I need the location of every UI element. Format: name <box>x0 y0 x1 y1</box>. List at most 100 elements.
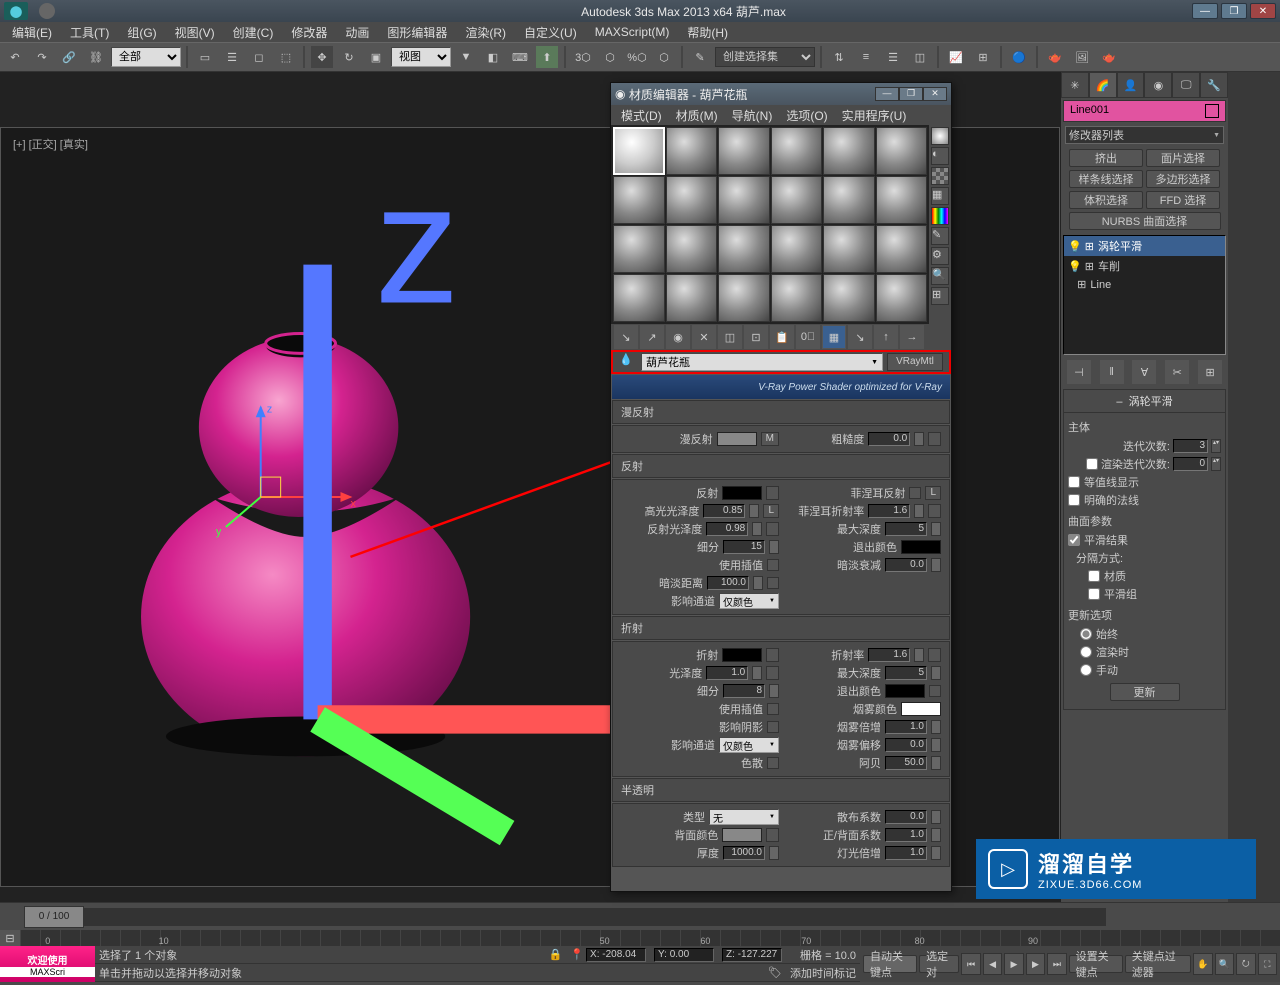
me-menu-mode[interactable]: 模式(D) <box>615 105 668 126</box>
back-color-map-button[interactable] <box>766 828 779 842</box>
reflect-rollout-head[interactable]: 反射 <box>612 454 950 478</box>
spinner-arrows[interactable] <box>931 828 941 842</box>
me-sample-slot[interactable] <box>823 225 875 273</box>
spinner-arrows[interactable] <box>914 504 924 518</box>
spinner-arrows[interactable] <box>752 666 762 680</box>
refr-affect-dropdown[interactable]: 仅颜色 <box>719 737 779 753</box>
render-setup-icon[interactable]: 🫖 <box>1043 45 1067 69</box>
add-time-tag[interactable]: 添加时间标记 <box>790 965 856 981</box>
me-sample-slot[interactable] <box>823 274 875 322</box>
autokey-button[interactable]: 自动关键点 <box>863 955 917 973</box>
object-name-field[interactable]: Line001 <box>1063 100 1226 122</box>
diffuse-map-button[interactable]: M <box>761 432 779 446</box>
refr-exit-checkbox[interactable] <box>929 685 941 697</box>
render-frame-icon[interactable]: 🖼 <box>1070 45 1094 69</box>
me-make-unique-icon[interactable]: ⊡ <box>744 325 768 349</box>
nurbs-select-button[interactable]: NURBS 曲面选择 <box>1069 212 1221 230</box>
align-icon[interactable]: ≡ <box>854 45 878 69</box>
layers-icon[interactable]: ☰ <box>881 45 905 69</box>
refr-shadow-checkbox[interactable] <box>767 721 779 733</box>
me-sample-slot[interactable] <box>613 176 665 224</box>
dim-dist-input[interactable]: 100.0 <box>707 576 749 590</box>
me-sample-slot[interactable] <box>771 225 823 273</box>
nav-zoom-icon[interactable]: 🔍 <box>1215 953 1234 975</box>
mirror-icon[interactable]: ⇅ <box>827 45 851 69</box>
me-uv-tile-icon[interactable]: ▦ <box>931 187 949 205</box>
goto-start-icon[interactable]: ⏮ <box>961 953 980 975</box>
refr-gloss-input[interactable]: 1.0 <box>706 666 748 680</box>
fresnel-lock-button[interactable]: L <box>925 486 941 500</box>
update-render-radio[interactable]: 渲染时 <box>1068 643 1221 661</box>
track-ruler[interactable]: 0 10 50 60 70 80 90 <box>20 930 1280 946</box>
menu-maxscript[interactable]: MAXScript(M) <box>587 23 678 41</box>
time-tag-icon[interactable]: 🏷 <box>768 966 782 979</box>
configure-icon[interactable]: ⊞ <box>1198 360 1222 384</box>
me-go-parent-icon[interactable]: ↑ <box>874 325 898 349</box>
me-select-icon[interactable]: 🔍 <box>931 267 949 285</box>
spinner-arrows[interactable] <box>931 720 941 734</box>
snap3-icon[interactable]: 3⬡ <box>571 45 595 69</box>
make-unique-icon[interactable]: ∀ <box>1132 360 1156 384</box>
me-sample-slot[interactable] <box>771 176 823 224</box>
me-sample-slot[interactable] <box>666 274 718 322</box>
scale-icon[interactable]: ▣ <box>364 45 388 69</box>
trans-type-dropdown[interactable]: 无 <box>709 809 779 825</box>
link-icon[interactable]: 🔗 <box>57 45 81 69</box>
me-options-icon[interactable]: ⚙ <box>931 247 949 265</box>
unlink-icon[interactable]: ⛓ <box>84 45 108 69</box>
me-sample-slot[interactable] <box>666 225 718 273</box>
spinner-arrows[interactable] <box>931 810 941 824</box>
nav-pan-icon[interactable]: ✋ <box>1193 953 1212 975</box>
spinner-arrows[interactable] <box>749 504 759 518</box>
close-button[interactable]: ✕ <box>1250 3 1276 19</box>
refl-gloss-input[interactable]: 0.98 <box>706 522 748 536</box>
me-sample-slot[interactable] <box>666 127 718 175</box>
angle-snap-icon[interactable]: ⬡ <box>598 45 622 69</box>
maximize-button[interactable]: ❐ <box>1221 3 1247 19</box>
spinner-arrows[interactable] <box>931 756 941 770</box>
manipulate-icon[interactable]: ◧ <box>481 45 505 69</box>
scatter-input[interactable]: 0.0 <box>885 810 927 824</box>
window-crossing-icon[interactable]: ⬚ <box>274 45 298 69</box>
select-name-icon[interactable]: ☰ <box>220 45 244 69</box>
isoline-checkbox[interactable]: 等值线显示 <box>1068 473 1221 491</box>
me-sample-slot[interactable] <box>823 176 875 224</box>
roughness-input[interactable]: 0.0 <box>868 432 910 446</box>
fresnel-checkbox[interactable] <box>909 487 921 499</box>
refl-subdiv-input[interactable]: 15 <box>723 540 765 554</box>
prev-frame-icon[interactable]: ◀ <box>983 953 1002 975</box>
me-sample-slot[interactable] <box>823 127 875 175</box>
turbosmooth-rollout-head[interactable]: – 涡轮平滑 <box>1063 389 1226 413</box>
reflect-map-button[interactable] <box>766 486 779 500</box>
spline-select-button[interactable]: 样条线选择 <box>1069 170 1143 188</box>
update-always-radio[interactable]: 始终 <box>1068 625 1221 643</box>
menu-help[interactable]: 帮助(H) <box>679 22 736 43</box>
refl-interp-checkbox[interactable] <box>767 559 779 571</box>
update-button[interactable]: 更新 <box>1110 683 1180 701</box>
me-close-button[interactable]: ✕ <box>923 87 947 101</box>
me-put-library-icon[interactable]: 📋 <box>770 325 794 349</box>
selected-button[interactable]: 选定对 <box>919 955 959 973</box>
nav-max-icon[interactable]: ⛶ <box>1258 953 1277 975</box>
time-slider[interactable]: 0 / 100 <box>24 908 1106 926</box>
menu-views[interactable]: 视图(V) <box>167 22 223 43</box>
sep-smoothgrp-checkbox[interactable]: 平滑组 <box>1068 585 1221 603</box>
motion-tab-icon[interactable]: ◉ <box>1144 72 1172 98</box>
track-toggle-icon[interactable]: ⊟ <box>0 930 20 946</box>
utilities-tab-icon[interactable]: 🔧 <box>1200 72 1228 98</box>
ffd-select-button[interactable]: FFD 选择 <box>1146 191 1220 209</box>
curve-editor-icon[interactable]: 📈 <box>944 45 968 69</box>
me-show-map-icon[interactable]: ▦ <box>822 325 846 349</box>
rotate-icon[interactable]: ↻ <box>337 45 361 69</box>
abbe-input[interactable]: 50.0 <box>885 756 927 770</box>
spinner-arrows[interactable] <box>769 846 779 860</box>
face-select-button[interactable]: 面片选择 <box>1146 149 1220 167</box>
me-sample-slot[interactable] <box>876 127 928 175</box>
me-menu-material[interactable]: 材质(M) <box>670 105 724 126</box>
me-sample-type-icon[interactable] <box>931 127 949 145</box>
vol-select-button[interactable]: 体积选择 <box>1069 191 1143 209</box>
refr-exit-swatch[interactable] <box>885 684 925 698</box>
thick-input[interactable]: 1000.0 <box>723 846 765 860</box>
spinner-arrows[interactable] <box>914 432 924 446</box>
me-sample-slot[interactable] <box>718 274 770 322</box>
